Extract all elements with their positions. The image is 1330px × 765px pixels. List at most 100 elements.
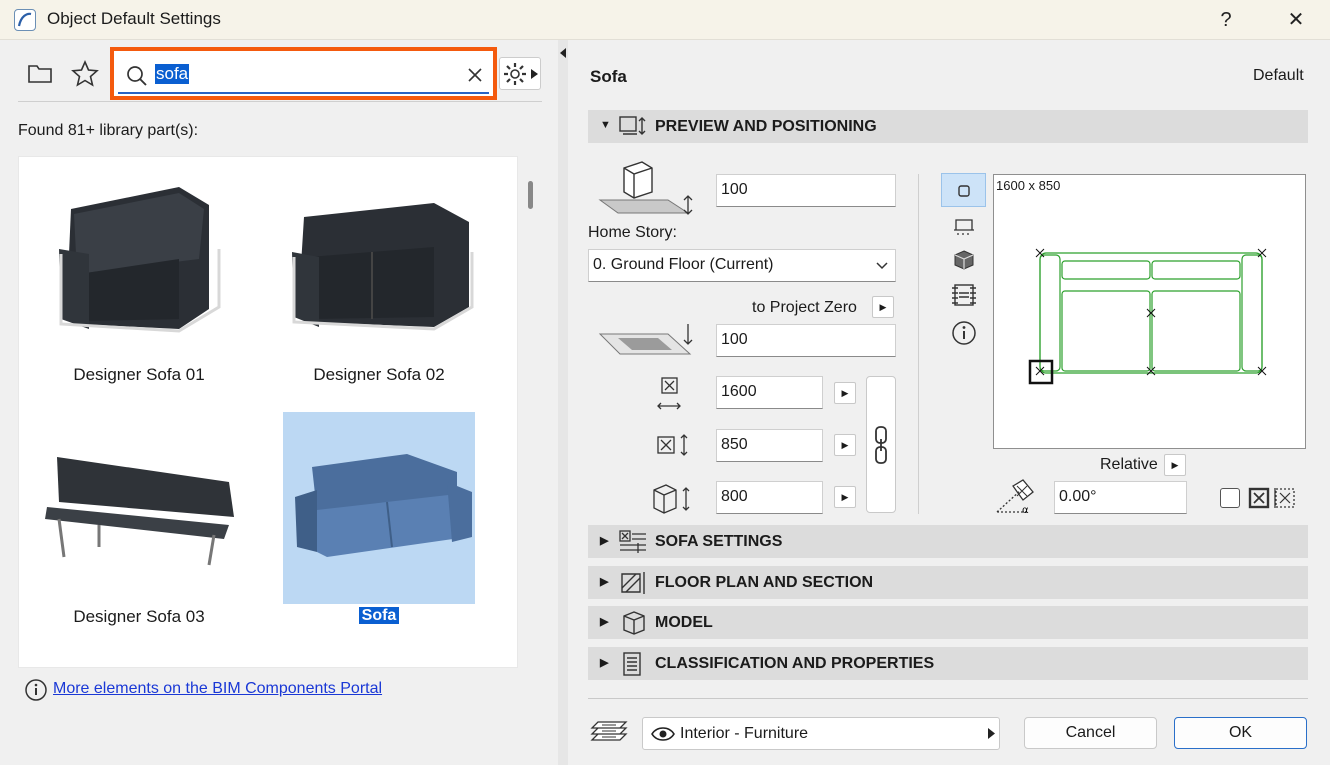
section-preview-positioning[interactable]: ▼ PREVIEW AND POSITIONING <box>588 110 1308 143</box>
chevron-down-icon <box>876 262 888 270</box>
object-name: Sofa <box>590 67 627 86</box>
scrollbar-thumb[interactable] <box>528 181 533 209</box>
classification-icon <box>623 652 641 676</box>
expand-triangle-icon: ▶ <box>600 657 609 669</box>
expand-triangle-icon: ▶ <box>600 535 609 547</box>
bench-sofa-thumbnail <box>45 457 234 566</box>
section-classification[interactable]: ▶ CLASSIFICATION AND PROPERTIES <box>588 647 1308 680</box>
home-story-value: 0. Ground Floor (Current) <box>593 256 774 273</box>
section-floor-plan[interactable]: ▶ FLOOR PLAN AND SECTION <box>588 566 1308 599</box>
width-icon <box>657 377 681 410</box>
search-input[interactable]: sofa <box>118 55 489 94</box>
mirror-dashed-icon <box>1274 488 1295 508</box>
rotation-angle-field[interactable]: 0.00° <box>1054 481 1187 514</box>
height-options-button[interactable]: ▶ <box>834 486 856 508</box>
favorites-star-icon[interactable] <box>70 59 100 89</box>
home-story-label: Home Story: <box>588 224 677 241</box>
loveseat-thumbnail <box>292 203 474 331</box>
clear-search-icon[interactable] <box>467 67 483 83</box>
project-zero-icon <box>598 324 693 355</box>
section-label: MODEL <box>655 614 713 631</box>
toolbar-divider <box>18 101 542 102</box>
plan-preview-canvas: 1600 x 850 <box>993 174 1306 449</box>
height-field[interactable]: 800 <box>716 481 823 514</box>
title-bar: Object Default Settings ? ✕ <box>0 0 1330 40</box>
panel-splitter[interactable] <box>558 40 568 765</box>
close-button[interactable]: ✕ <box>1276 4 1316 36</box>
to-project-zero-label: to Project Zero <box>752 299 857 316</box>
chevron-right-icon <box>531 69 538 79</box>
section-label: FLOOR PLAN AND SECTION <box>655 574 874 591</box>
window-title: Object Default Settings <box>47 9 221 28</box>
library-item-designer-sofa-02[interactable]: Designer Sofa 02 <box>259 157 499 397</box>
ok-button[interactable]: OK <box>1174 717 1307 749</box>
library-item-label-selected: Sofa <box>358 607 400 624</box>
floor-plan-icon <box>621 572 645 594</box>
preview-positioning-icon <box>619 116 646 135</box>
folder-icon[interactable] <box>26 59 56 89</box>
eye-icon <box>651 727 675 741</box>
library-item-label: Designer Sofa 03 <box>73 607 205 626</box>
chevron-right-icon <box>988 728 995 739</box>
square-icon <box>958 185 970 197</box>
rotation-angle-icon: α <box>996 479 1034 516</box>
library-item-designer-sofa-01[interactable]: Designer Sofa 01 <box>19 157 259 397</box>
relative-label: Relative <box>1100 456 1158 473</box>
layer-select[interactable]: Interior - Furniture <box>642 717 1000 750</box>
home-story-select[interactable]: 0. Ground Floor (Current) <box>588 249 896 282</box>
preview-divider <box>918 174 919 514</box>
project-zero-options-button[interactable]: ▶ <box>872 296 894 318</box>
sofa-thumbnail <box>295 454 472 557</box>
default-label: Default <box>1253 67 1304 84</box>
lock-proportions-button[interactable] <box>866 376 896 513</box>
footer-divider <box>588 698 1308 699</box>
elevation-field[interactable]: 100 <box>716 174 896 207</box>
section-view-icon[interactable] <box>951 283 977 307</box>
armchair-thumbnail <box>59 187 221 333</box>
results-count: Found 81+ library part(s): <box>18 122 199 139</box>
cancel-button[interactable]: Cancel <box>1024 717 1157 749</box>
parameters-icon <box>619 530 646 553</box>
section-label: SOFA SETTINGS <box>655 533 783 550</box>
depth-options-button[interactable]: ▶ <box>834 434 856 456</box>
mirror-checkbox[interactable] <box>1220 488 1240 508</box>
relative-options-button[interactable]: ▶ <box>1164 454 1186 476</box>
info-view-icon[interactable] <box>951 320 977 346</box>
layers-icon <box>590 721 628 741</box>
section-sofa-settings[interactable]: ▶ SOFA SETTINGS <box>588 525 1308 558</box>
elevation-view-icon[interactable] <box>953 216 975 238</box>
info-icon <box>25 679 47 701</box>
library-results-grid: Designer Sofa 01 Designer Sofa 02 Design… <box>18 156 533 668</box>
help-button[interactable]: ? <box>1206 4 1246 36</box>
library-item-label: Designer Sofa 02 <box>313 365 445 384</box>
search-icon <box>127 66 147 86</box>
height-icon <box>653 484 690 514</box>
width-options-button[interactable]: ▶ <box>834 382 856 404</box>
section-model[interactable]: ▶ MODEL <box>588 606 1308 639</box>
svg-text:α: α <box>1022 505 1029 516</box>
layer-value: Interior - Furniture <box>680 725 809 742</box>
search-value: sofa <box>155 64 190 84</box>
chain-link-icon <box>875 426 887 464</box>
library-item-label: Designer Sofa 01 <box>73 365 205 384</box>
section-label: PREVIEW AND POSITIONING <box>655 118 877 135</box>
library-item-sofa-selected[interactable]: Sofa <box>259 412 499 642</box>
sofa-plan-drawing <box>1028 248 1267 385</box>
search-highlight-frame: sofa <box>110 47 497 100</box>
collapse-triangle-icon: ▼ <box>600 119 611 131</box>
section-label: CLASSIFICATION AND PROPERTIES <box>655 655 935 672</box>
library-item-designer-sofa-03[interactable]: Designer Sofa 03 <box>19 412 259 642</box>
depth-icon <box>657 434 688 456</box>
3d-view-icon[interactable] <box>953 249 975 271</box>
bim-portal-link[interactable]: More elements on the BIM Components Port… <box>53 680 382 698</box>
project-zero-field[interactable]: 100 <box>716 324 896 357</box>
gear-icon <box>504 63 526 85</box>
search-settings-button[interactable] <box>499 57 541 90</box>
expand-triangle-icon: ▶ <box>600 576 609 588</box>
width-field[interactable]: 1600 <box>716 376 823 409</box>
mirrored-icon <box>1248 487 1270 509</box>
app-logo-icon <box>14 9 36 31</box>
view-floor-plan-button[interactable] <box>941 173 986 207</box>
elevation-icon <box>598 161 693 215</box>
depth-field[interactable]: 850 <box>716 429 823 462</box>
